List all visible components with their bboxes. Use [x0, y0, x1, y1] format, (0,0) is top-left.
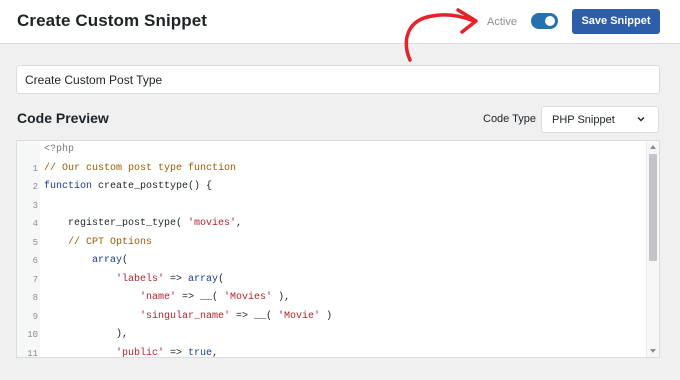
active-toggle[interactable] — [531, 13, 558, 29]
code-line: 10 ), — [17, 327, 645, 345]
code-text: 'labels' => array( — [116, 273, 225, 285]
line-number: 7 — [32, 274, 38, 285]
code-text: 'public' => true, — [116, 347, 219, 358]
code-text: <?php — [44, 144, 75, 155]
page-title: Create Custom Snippet — [17, 11, 208, 30]
line-number: 6 — [32, 256, 38, 266]
line-number: 9 — [32, 311, 38, 322]
chevron-down-icon — [637, 117, 645, 122]
code-text: 'name' => __( 'Movies' ), — [140, 292, 291, 303]
code-line: 1 // Our custom post type function — [17, 161, 645, 179]
scroll-thumb[interactable] — [649, 154, 657, 261]
code-text: function create_posttype() { — [44, 181, 213, 192]
line-number: 8 — [32, 293, 38, 303]
code-text: register_post_type( 'movies', — [44, 218, 243, 229]
code-type-label: Code Type — [483, 113, 537, 125]
line-number: 1 — [32, 163, 38, 174]
line-number: 10 — [27, 330, 38, 340]
code-line: 5 // CPT Options — [17, 235, 645, 253]
line-number: 5 — [32, 237, 38, 248]
code-line: 8 'name' => __( 'Movies' ), — [17, 290, 645, 308]
line-number: 4 — [32, 219, 38, 229]
editor-scrollbar[interactable] — [646, 141, 659, 357]
code-line: 7 'labels' => array( — [17, 272, 645, 290]
code-line: 4 register_post_type( 'movies', — [17, 216, 645, 234]
scroll-down-arrow-icon[interactable] — [650, 349, 656, 353]
toggle-knob — [545, 16, 555, 26]
code-line: 3 — [17, 198, 645, 216]
active-status-label: Active — [487, 16, 517, 28]
code-type-select[interactable]: PHP Snippet — [541, 106, 659, 133]
code-line: 11 'public' => true, — [17, 346, 645, 358]
code-text: // CPT Options — [68, 236, 153, 248]
code-editor[interactable]: <?php 1 // Our custom post type function 2 f… — [16, 140, 660, 358]
code-text: // Our custom post type function — [44, 162, 237, 174]
code-line: 2 function create_posttype() { — [17, 179, 645, 197]
line-number: 11 — [27, 348, 38, 358]
code-text: array( — [92, 255, 129, 266]
code-text: 'singular_name' => __( 'Movie' ) — [140, 310, 333, 322]
code-line: 6 array( — [17, 253, 645, 271]
snippet-title-input[interactable] — [16, 65, 660, 94]
header-bar: Create Custom Snippet Active Save Snippe… — [0, 0, 680, 62]
line-number: 3 — [32, 200, 38, 211]
code-text: ), — [44, 329, 129, 340]
code-line: 9 'singular_name' => __( 'Movie' ) — [17, 309, 645, 327]
scroll-up-arrow-icon[interactable] — [650, 145, 656, 149]
line-number: 2 — [32, 182, 38, 192]
curved-arrow-icon — [404, 8, 478, 62]
code-type-value: PHP Snippet — [552, 114, 615, 126]
code-line: <?php — [17, 142, 645, 160]
code-preview-heading: Code Preview — [17, 110, 109, 126]
save-snippet-button[interactable]: Save Snippet — [572, 9, 660, 34]
